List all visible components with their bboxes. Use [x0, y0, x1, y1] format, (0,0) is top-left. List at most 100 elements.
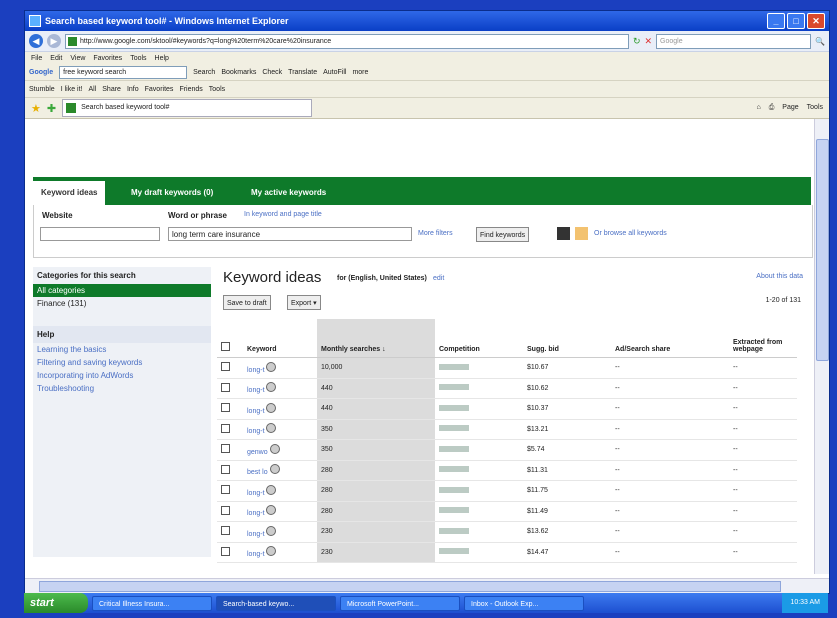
toolbar-more-button[interactable]: more [352, 69, 368, 76]
website-input[interactable] [40, 227, 160, 241]
url-input[interactable]: http://www.google.com/sktool/#keywords?q… [65, 33, 629, 49]
magnifier-icon[interactable] [266, 402, 277, 413]
magnifier-icon[interactable] [266, 382, 277, 393]
select-all-checkbox[interactable] [217, 319, 243, 358]
favorites-button[interactable]: Favorites [145, 86, 174, 93]
row-checkbox[interactable] [217, 521, 243, 543]
keyword-cell[interactable]: long-t [243, 542, 317, 563]
minimize-button[interactable]: _ [767, 13, 785, 29]
refresh-icon[interactable]: ↻ [633, 36, 641, 47]
back-button[interactable]: ◀ [29, 34, 43, 48]
row-checkbox[interactable] [217, 460, 243, 481]
task-search-keyword[interactable]: Search-based keywo... [216, 595, 336, 611]
keyword-cell[interactable]: best lo [243, 460, 317, 481]
vertical-scrollbar[interactable] [814, 119, 829, 574]
more-filters-link[interactable]: More filters [418, 230, 453, 237]
toolbar-bookmarks-button[interactable]: Bookmarks [221, 69, 256, 76]
menu-help[interactable]: Help [155, 55, 169, 62]
keyword-cell[interactable]: long-t [243, 378, 317, 399]
header-keyword[interactable]: Keyword [243, 319, 317, 358]
toolbar-autofill-button[interactable]: AutoFill [323, 69, 346, 76]
header-sugg-bid[interactable]: Sugg. bid [523, 319, 611, 358]
about-data-link[interactable]: About this data [756, 273, 803, 280]
close-button[interactable]: ✕ [807, 13, 825, 29]
help-link-troubleshooting[interactable]: Troubleshooting [33, 382, 211, 395]
search-box[interactable]: Google [656, 33, 812, 49]
keyword-cell[interactable]: long-t [243, 398, 317, 420]
header-extracted[interactable]: Extracted from webpage [729, 319, 797, 358]
task-powerpoint[interactable]: Microsoft PowerPoint... [340, 595, 460, 611]
add-favorite-icon[interactable]: ✚ [47, 102, 56, 115]
row-checkbox[interactable] [217, 419, 243, 440]
help-link-adwords[interactable]: Incorporating into AdWords [33, 369, 211, 382]
header-competition[interactable]: Competition [435, 319, 523, 358]
task-critical-illness[interactable]: Critical Illness Insura... [92, 595, 212, 611]
home-icon[interactable]: ⌂ [756, 104, 760, 112]
horizontal-scroll-thumb[interactable] [39, 581, 781, 592]
info-button[interactable]: Info [127, 86, 139, 93]
share-button[interactable]: Share [102, 86, 121, 93]
stumble-button[interactable]: Stumble [29, 86, 55, 93]
find-keywords-button[interactable]: Find keywords [476, 227, 530, 242]
help-link-basics[interactable]: Learning the basics [33, 343, 211, 356]
start-button[interactable]: start [24, 593, 88, 613]
keyword-cell[interactable]: long-t [243, 501, 317, 522]
row-checkbox[interactable] [217, 357, 243, 379]
magnifier-icon[interactable] [266, 484, 277, 495]
keyword-cell[interactable]: genwo [243, 439, 317, 461]
tab-draft-keywords[interactable]: My draft keywords (0) [123, 181, 221, 205]
horizontal-scrollbar[interactable] [25, 578, 829, 593]
tab-keyword-ideas[interactable]: Keyword ideas [33, 181, 106, 205]
row-checkbox[interactable] [217, 439, 243, 461]
favorites-star-icon[interactable]: ★ [31, 102, 41, 115]
magnifier-icon[interactable] [266, 525, 277, 536]
search-icon[interactable]: 🔍 [815, 37, 825, 46]
print-icon[interactable]: ⎙ [769, 104, 775, 112]
forward-button[interactable]: ▶ [47, 34, 61, 48]
magnifier-icon[interactable] [269, 464, 280, 475]
category-finance[interactable]: Finance (131) [33, 297, 211, 310]
tools-button[interactable]: Tools [209, 86, 225, 93]
keyword-cell[interactable]: long-t [243, 480, 317, 502]
save-to-draft-button[interactable]: Save to draft [223, 295, 271, 310]
row-checkbox[interactable] [217, 501, 243, 522]
vertical-scroll-thumb[interactable] [816, 139, 829, 361]
stop-icon[interactable]: ✕ [644, 36, 652, 47]
row-checkbox[interactable] [217, 542, 243, 563]
tools-menu[interactable]: Tools [807, 104, 823, 112]
folder-icon[interactable] [575, 227, 588, 240]
row-checkbox[interactable] [217, 480, 243, 502]
keyword-cell[interactable]: long-t [243, 521, 317, 543]
menu-tools[interactable]: Tools [130, 55, 146, 62]
export-button[interactable]: Export ▾ [287, 295, 321, 310]
magnifier-icon[interactable] [269, 443, 280, 454]
toolbar-translate-button[interactable]: Translate [288, 69, 317, 76]
page-menu[interactable]: Page [782, 104, 798, 112]
magnifier-icon[interactable] [266, 505, 277, 516]
keyword-cell[interactable]: long-t [243, 419, 317, 440]
page-tab[interactable]: Search based keyword tool# [62, 99, 313, 117]
task-outlook[interactable]: Inbox - Outlook Exp... [464, 595, 584, 611]
friends-button[interactable]: Friends [179, 86, 202, 93]
phrase-hint[interactable]: In keyword and page title [244, 211, 322, 218]
toolbar-check-button[interactable]: Check [262, 69, 282, 76]
magnifier-icon[interactable] [266, 361, 277, 372]
tab-active-keywords[interactable]: My active keywords [243, 181, 334, 205]
menu-favorites[interactable]: Favorites [93, 55, 122, 62]
toolbar-search-button[interactable]: Search [193, 69, 215, 76]
row-checkbox[interactable] [217, 378, 243, 399]
all-button[interactable]: All [88, 86, 96, 93]
like-button[interactable]: I like it! [61, 86, 83, 93]
row-checkbox[interactable] [217, 398, 243, 420]
keyword-cell[interactable]: long-t [243, 357, 317, 379]
browse-all-link[interactable]: Or browse all keywords [594, 230, 667, 237]
edit-locale-link[interactable]: edit [433, 275, 444, 282]
google-toolbar-search-input[interactable]: free keyword search [59, 65, 188, 79]
help-link-filtering[interactable]: Filtering and saving keywords [33, 356, 211, 369]
save-icon[interactable] [557, 227, 570, 240]
magnifier-icon[interactable] [266, 546, 277, 557]
header-monthly-searches[interactable]: Monthly searches ↓ [317, 319, 435, 358]
menu-view[interactable]: View [70, 55, 85, 62]
maximize-button[interactable]: □ [787, 13, 805, 29]
magnifier-icon[interactable] [266, 423, 277, 434]
